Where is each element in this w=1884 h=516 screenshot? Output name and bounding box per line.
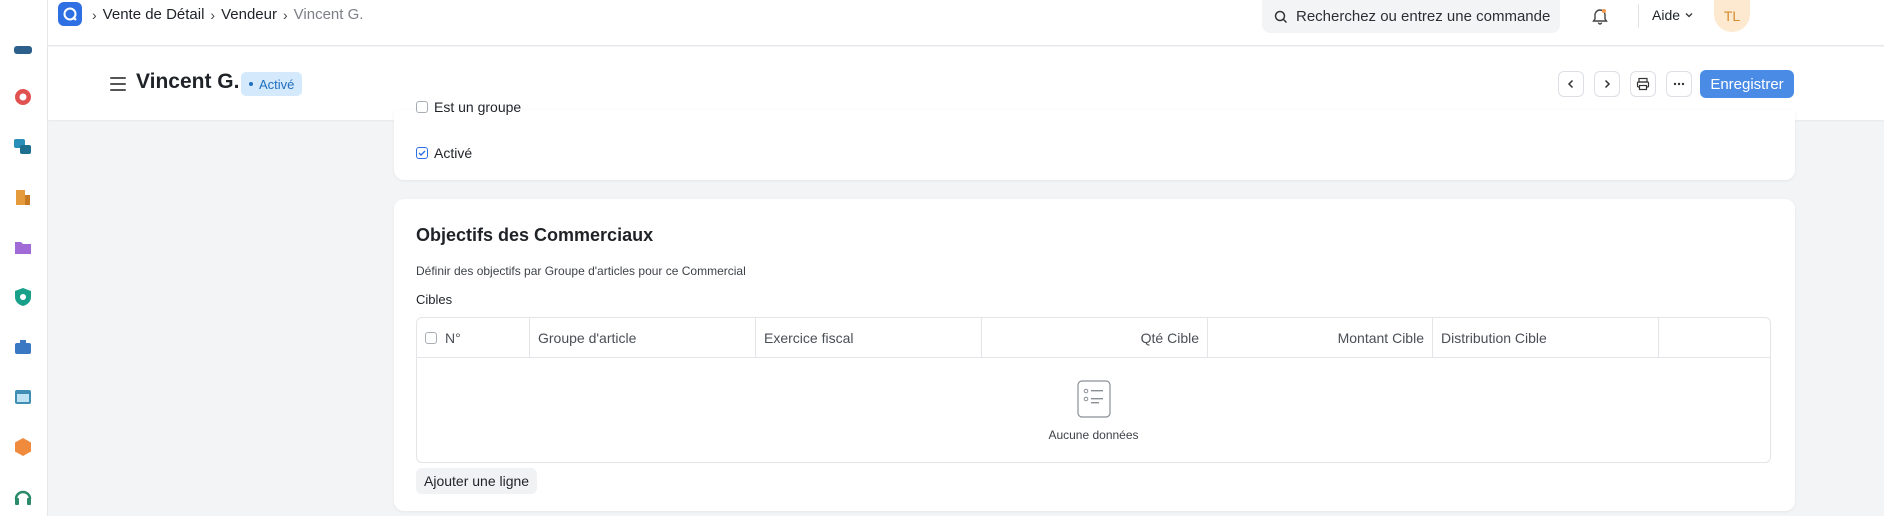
more-actions-button[interactable] xyxy=(1666,71,1692,97)
navbar-divider xyxy=(1638,4,1639,28)
column-header-item-group: Groupe d'article xyxy=(530,318,756,358)
is-group-checkbox[interactable] xyxy=(416,101,428,113)
add-row-button[interactable]: Ajouter une ligne xyxy=(416,468,538,494)
is-group-label: Est un groupe xyxy=(434,99,522,115)
breadcrumb-item-module[interactable]: Vente de Détail xyxy=(103,6,205,23)
help-label: Aide xyxy=(1652,7,1681,23)
empty-list-icon xyxy=(1076,380,1111,418)
chevron-right-icon: › xyxy=(282,6,288,23)
column-header-target-qty: Qté Cible xyxy=(982,318,1208,358)
section-description: Définir des objectifs par Groupe d'artic… xyxy=(416,264,746,278)
check-icon xyxy=(418,150,426,156)
column-label: Montant Cible xyxy=(1337,330,1424,346)
status-dot xyxy=(249,82,253,86)
column-header-fiscal-year: Exercice fiscal xyxy=(756,318,982,358)
print-button[interactable] xyxy=(1630,71,1656,97)
column-label: Distribution Cible xyxy=(1441,330,1547,346)
select-all-checkbox[interactable] xyxy=(425,332,437,344)
column-label: Groupe d'article xyxy=(538,330,637,346)
search-placeholder: Recherchez ou entrez une commande xyxy=(1296,8,1551,25)
column-label: Exercice fiscal xyxy=(764,330,854,346)
printer-icon xyxy=(1636,77,1650,91)
hexagon-icon[interactable] xyxy=(12,436,34,458)
breadcrumb-item-doctype[interactable]: Vendeur xyxy=(221,6,277,23)
status-label: Activé xyxy=(259,76,295,92)
empty-state: Aucune données xyxy=(417,358,1770,462)
search-icon xyxy=(1274,10,1288,23)
details-card: Est un groupe Activé xyxy=(394,99,1795,180)
table-header: N° Groupe d'article Exercice fiscal Qté … xyxy=(417,318,1770,358)
more-horizontal-icon xyxy=(1673,82,1685,86)
chevron-down-icon xyxy=(1685,13,1693,18)
previous-button[interactable] xyxy=(1558,71,1584,97)
column-header-target-distribution: Distribution Cible xyxy=(1433,318,1659,358)
next-button[interactable] xyxy=(1594,71,1620,97)
column-header-target-amount: Montant Cible xyxy=(1208,318,1433,358)
chat-icon[interactable] xyxy=(12,136,34,158)
enabled-label: Activé xyxy=(434,145,473,161)
chevron-left-icon xyxy=(1567,79,1574,89)
column-header-settings[interactable] xyxy=(1659,318,1770,358)
headset-icon[interactable] xyxy=(12,486,34,508)
support-icon[interactable] xyxy=(12,86,34,108)
shield-icon[interactable] xyxy=(12,286,34,308)
chevron-right-icon xyxy=(1604,79,1611,89)
sidebar-rail xyxy=(0,0,48,516)
targets-table: N° Groupe d'article Exercice fiscal Qté … xyxy=(416,317,1771,463)
column-header-number: N° xyxy=(417,318,530,358)
building-icon[interactable] xyxy=(12,186,34,208)
notification-bell-icon[interactable] xyxy=(1590,6,1610,26)
save-button[interactable]: Enregistrer xyxy=(1700,70,1794,98)
empty-state-text: Aucune données xyxy=(1048,428,1139,442)
enabled-row[interactable]: Activé xyxy=(416,145,472,161)
search-bar[interactable]: Recherchez ou entrez une commande xyxy=(1262,0,1560,33)
breadcrumb-current: Vincent G. xyxy=(293,6,364,23)
targets-table-label: Cibles xyxy=(416,292,453,307)
section-title: Objectifs des Commerciaux xyxy=(416,225,654,245)
page-title: Vincent G. xyxy=(136,70,240,93)
sidebar-app-icon[interactable] xyxy=(12,40,34,62)
enabled-checkbox[interactable] xyxy=(416,147,428,159)
chevron-right-icon: › xyxy=(210,6,216,23)
is-group-row[interactable]: Est un groupe xyxy=(416,99,521,115)
sales-targets-card: Objectifs des Commerciaux Définir des ob… xyxy=(394,199,1795,511)
breadcrumb: › Vente de Détail › Vendeur › Vincent G. xyxy=(92,6,363,23)
status-badge: Activé xyxy=(241,72,303,96)
folder-icon[interactable] xyxy=(12,236,34,258)
menu-toggle-icon[interactable] xyxy=(110,77,126,91)
column-label: N° xyxy=(445,330,461,346)
help-dropdown[interactable]: Aide xyxy=(1652,7,1694,23)
briefcase-icon[interactable] xyxy=(12,336,34,358)
chevron-right-icon: › xyxy=(92,6,97,23)
window-icon[interactable] xyxy=(12,386,34,408)
column-label: Qté Cible xyxy=(1140,330,1199,346)
app-logo[interactable] xyxy=(58,2,82,26)
